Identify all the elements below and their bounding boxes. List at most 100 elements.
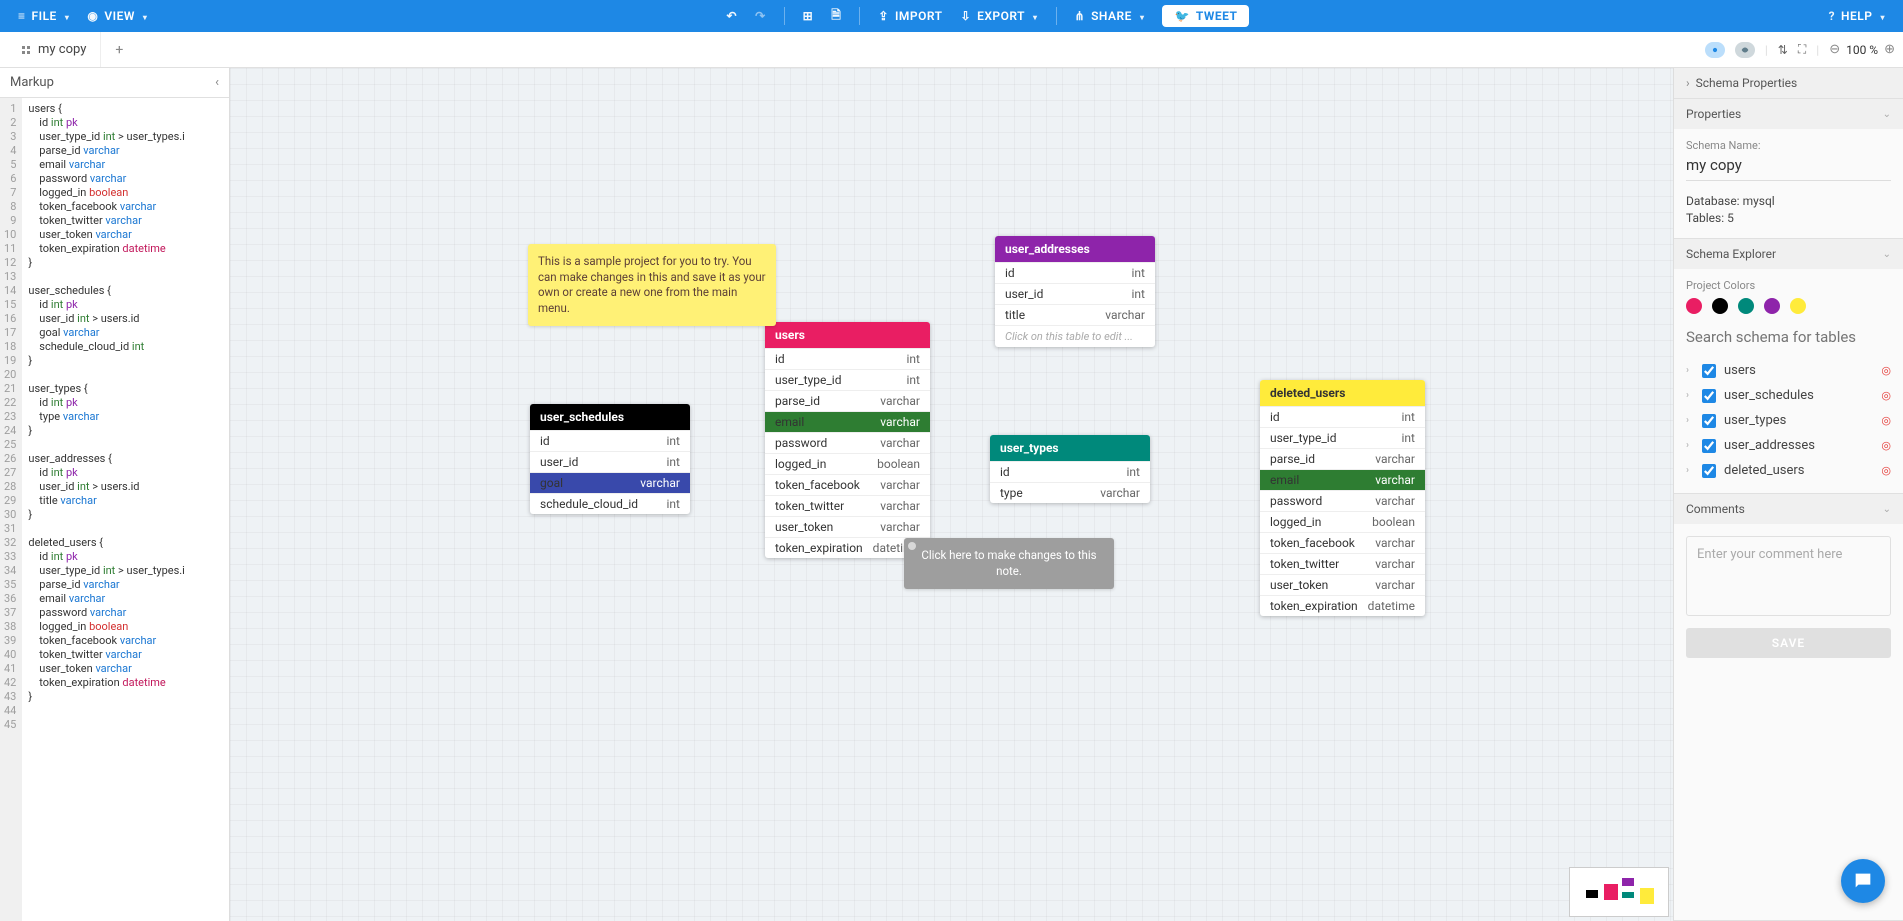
note-editable[interactable]: Click here to make changes to this note. — [904, 538, 1114, 589]
tree-checkbox[interactable] — [1702, 414, 1716, 428]
table-row[interactable]: idint — [990, 461, 1150, 482]
help-menu[interactable]: ?HELP — [1829, 9, 1885, 23]
locate-icon[interactable]: ◎ — [1881, 439, 1891, 452]
table-row[interactable]: logged_inboolean — [765, 453, 930, 474]
table-row[interactable]: user_tokenvarchar — [1260, 574, 1425, 595]
schema-explorer-header[interactable]: Schema Explorer⌄ — [1674, 239, 1903, 269]
file-menu[interactable]: ≡FILE — [18, 9, 69, 23]
save-comment-button[interactable]: SAVE — [1686, 628, 1891, 658]
table-row[interactable]: titlevarchar — [995, 304, 1155, 325]
column-name: token_facebook — [775, 478, 860, 492]
color-swatch[interactable] — [1712, 298, 1728, 314]
db-table-user_types[interactable]: user_typesidinttypevarchar — [990, 435, 1150, 503]
tree-checkbox[interactable] — [1702, 464, 1716, 478]
chevron-right-icon: › — [1686, 415, 1694, 426]
export-menu[interactable]: ⇩EXPORT — [961, 9, 1038, 23]
note-tip[interactable]: This is a sample project for you to try.… — [528, 244, 776, 326]
zoom-in-button[interactable]: ⊕ — [1884, 42, 1895, 57]
table-row[interactable]: token_expirationdatetime — [1260, 595, 1425, 616]
share-menu[interactable]: ⋔SHARE — [1075, 9, 1145, 23]
tree-checkbox[interactable] — [1702, 389, 1716, 403]
add-tab-button[interactable]: + — [101, 42, 137, 58]
table-row[interactable]: user_type_idint — [1260, 427, 1425, 448]
tree-item-deleted_users[interactable]: ›deleted_users◎ — [1686, 458, 1891, 483]
table-row[interactable]: user_type_idint — [765, 369, 930, 390]
add-note-button[interactable]: 🗎 — [831, 6, 841, 27]
db-table-user_addresses[interactable]: user_addressesidintuser_idinttitlevarcha… — [995, 236, 1155, 347]
right-panel: Schema Properties Properties⌄ Schema Nam… — [1673, 68, 1903, 921]
table-row[interactable]: user_idint — [530, 451, 690, 472]
table-row[interactable]: logged_inboolean — [1260, 511, 1425, 532]
tree-checkbox[interactable] — [1702, 364, 1716, 378]
table-row[interactable]: token_twittervarchar — [1260, 553, 1425, 574]
table-row[interactable]: idint — [995, 262, 1155, 283]
locate-icon[interactable]: ◎ — [1881, 389, 1891, 402]
column-type: int — [667, 455, 680, 469]
locate-icon[interactable]: ◎ — [1881, 414, 1891, 427]
table-row[interactable]: emailvarchar — [765, 411, 930, 432]
fit-vertical-icon[interactable]: ⇅ — [1778, 43, 1788, 57]
add-table-button[interactable]: ⊞ — [803, 9, 814, 23]
table-row[interactable]: token_facebookvarchar — [765, 474, 930, 495]
table-row[interactable]: emailvarchar — [1260, 469, 1425, 490]
top-toolbar: ≡FILE ◉VIEW ↶ ↷ ⊞ 🗎 ⇪IMPORT ⇩EXPORT ⋔SHA… — [0, 0, 1903, 32]
tree-checkbox[interactable] — [1702, 439, 1716, 453]
color-swatch[interactable] — [1738, 298, 1754, 314]
redo-button[interactable]: ↷ — [755, 9, 766, 23]
chat-fab[interactable] — [1841, 859, 1885, 903]
column-type: varchar — [1375, 494, 1415, 508]
tab-schema[interactable]: my copy — [6, 32, 101, 67]
db-table-deleted_users[interactable]: deleted_usersidintuser_type_idintparse_i… — [1260, 380, 1425, 616]
tweet-button[interactable]: 🐦TWEET — [1162, 5, 1249, 27]
color-swatch[interactable] — [1790, 298, 1806, 314]
tree-label: user_addresses — [1724, 438, 1815, 453]
zoom-out-button[interactable]: ⊖ — [1829, 42, 1840, 57]
tree-item-user_schedules[interactable]: ›user_schedules◎ — [1686, 383, 1891, 408]
tree-item-user_addresses[interactable]: ›user_addresses◎ — [1686, 433, 1891, 458]
db-table-user_schedules[interactable]: user_schedulesidintuser_idintgoalvarchar… — [530, 404, 690, 514]
table-row[interactable]: schedule_cloud_idint — [530, 493, 690, 514]
minimap[interactable] — [1569, 867, 1669, 917]
comments-header[interactable]: Comments⌄ — [1674, 494, 1903, 524]
locate-icon[interactable]: ◎ — [1881, 464, 1891, 477]
table-row[interactable]: token_facebookvarchar — [1260, 532, 1425, 553]
table-row[interactable]: token_twittervarchar — [765, 495, 930, 516]
column-type: boolean — [1372, 515, 1415, 529]
table-row[interactable]: idint — [530, 430, 690, 451]
table-row[interactable]: passwordvarchar — [765, 432, 930, 453]
canvas[interactable]: user_schedulesidintuser_idintgoalvarchar… — [230, 68, 1673, 921]
schema-name-input[interactable] — [1686, 152, 1891, 181]
comment-input[interactable]: Enter your comment here — [1686, 536, 1891, 616]
table-row[interactable]: idint — [1260, 406, 1425, 427]
collapse-markup-button[interactable]: ‹ — [215, 75, 219, 90]
view-mode-b[interactable] — [1735, 42, 1755, 58]
column-type: datetime — [1368, 599, 1415, 613]
column-name: id — [1000, 465, 1010, 479]
table-row[interactable]: passwordvarchar — [1260, 490, 1425, 511]
properties-header[interactable]: Properties⌄ — [1674, 99, 1903, 129]
undo-button[interactable]: ↶ — [727, 9, 738, 23]
column-type: varchar — [1375, 473, 1415, 487]
locate-icon[interactable]: ◎ — [1881, 364, 1891, 377]
db-table-users[interactable]: usersidintuser_type_idintparse_idvarchar… — [765, 322, 930, 558]
color-swatch[interactable] — [1764, 298, 1780, 314]
tree-item-users[interactable]: ›users◎ — [1686, 358, 1891, 383]
table-row[interactable]: goalvarchar — [530, 472, 690, 493]
color-swatch[interactable] — [1686, 298, 1702, 314]
column-name: user_id — [1005, 287, 1043, 301]
markup-editor[interactable]: 1234567891011121314151617181920212223242… — [0, 98, 229, 921]
tree-item-user_types[interactable]: ›user_types◎ — [1686, 408, 1891, 433]
table-row[interactable]: typevarchar — [990, 482, 1150, 503]
schema-properties-header[interactable]: Schema Properties — [1674, 68, 1903, 98]
fit-screen-icon[interactable]: ⛶ — [1798, 42, 1806, 57]
schema-search-input[interactable] — [1686, 324, 1891, 354]
table-row[interactable]: parse_idvarchar — [765, 390, 930, 411]
import-button[interactable]: ⇪IMPORT — [878, 9, 942, 23]
table-row[interactable]: user_tokenvarchar — [765, 516, 930, 537]
column-name: user_type_id — [1270, 431, 1336, 445]
view-menu[interactable]: ◉VIEW — [87, 9, 147, 23]
table-row[interactable]: idint — [765, 348, 930, 369]
table-row[interactable]: parse_idvarchar — [1260, 448, 1425, 469]
view-mode-a[interactable] — [1705, 42, 1725, 58]
table-row[interactable]: user_idint — [995, 283, 1155, 304]
